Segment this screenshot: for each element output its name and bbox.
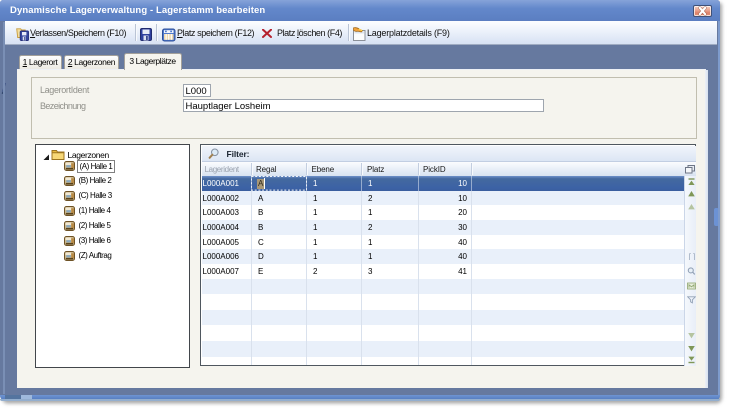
svg-text:[]: [] [687, 254, 696, 260]
